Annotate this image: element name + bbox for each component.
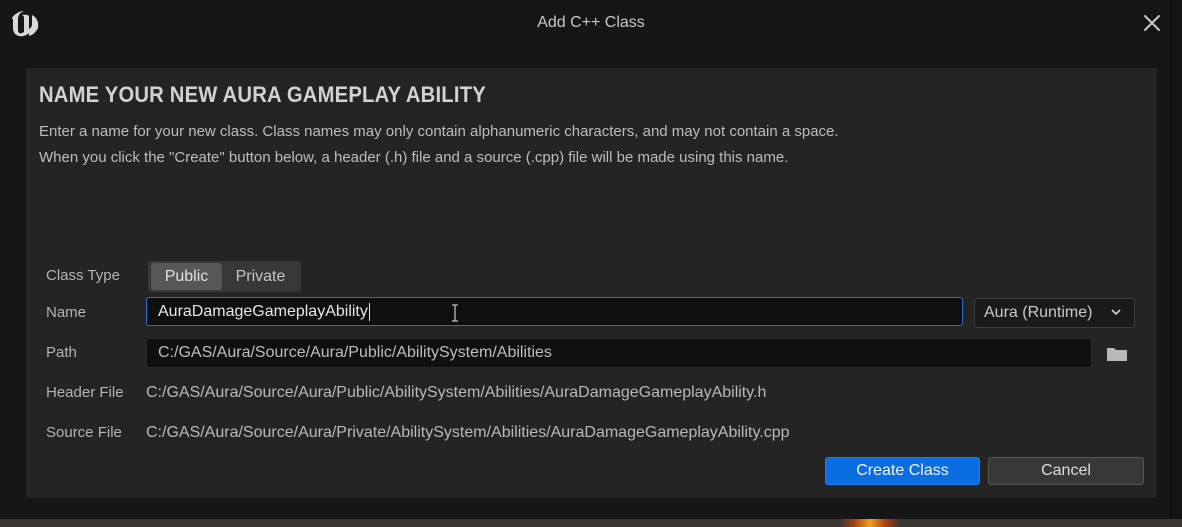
path-label: Path <box>46 344 77 361</box>
header-file-path: C:/GAS/Aura/Source/Aura/Public/AbilitySy… <box>146 384 767 401</box>
ibeam-cursor-icon <box>452 304 458 322</box>
description-line-1: Enter a name for your new class. Class n… <box>39 123 839 140</box>
class-type-public-option[interactable]: Public <box>151 263 222 290</box>
name-label: Name <box>46 304 87 321</box>
class-name-panel: NAME YOUR NEW AURA GAMEPLAY ABILITY Ente… <box>26 68 1157 498</box>
header-file-label: Header File <box>46 384 124 401</box>
folder-icon[interactable] <box>1106 346 1128 362</box>
class-name-input[interactable]: AuraDamageGameplayAbility <box>146 297 963 326</box>
class-name-value: AuraDamageGameplayAbility <box>158 303 368 320</box>
text-caret <box>368 302 370 321</box>
chevron-down-icon <box>1111 309 1121 316</box>
description-line-2: When you click the "Create" button below… <box>39 149 789 166</box>
module-dropdown[interactable]: Aura (Runtime) <box>974 298 1135 328</box>
background-editor-strip <box>0 519 1182 527</box>
class-type-label: Class Type <box>46 267 120 284</box>
add-class-dialog: Add C++ Class NAME YOUR NEW AURA GAMEPLA… <box>0 0 1171 520</box>
close-icon[interactable] <box>1141 12 1163 34</box>
page-heading: NAME YOUR NEW AURA GAMEPLAY ABILITY <box>39 82 486 107</box>
path-input[interactable]: C:/GAS/Aura/Source/Aura/Public/AbilitySy… <box>146 338 1092 368</box>
module-selected-value: Aura (Runtime) <box>984 304 1093 321</box>
class-type-private-option[interactable]: Private <box>223 263 298 290</box>
cancel-button[interactable]: Cancel <box>988 457 1144 485</box>
background-fire-detail <box>840 519 900 527</box>
source-file-path: C:/GAS/Aura/Source/Aura/Private/AbilityS… <box>146 424 790 441</box>
class-type-toggle: Public Private <box>148 261 301 292</box>
create-class-button[interactable]: Create Class <box>825 457 980 485</box>
window-title: Add C++ Class <box>537 14 645 31</box>
source-file-label: Source File <box>46 424 122 441</box>
